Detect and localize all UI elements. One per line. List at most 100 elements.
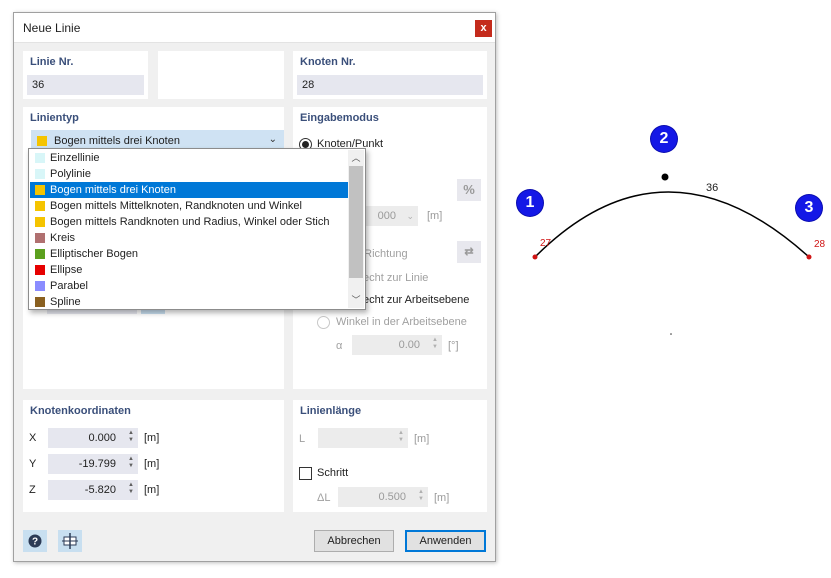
step-label: Schritt [317,467,349,479]
delta-l-spinner-icon[interactable]: ▲ ▼ [418,489,424,503]
arc-line-36[interactable] [534,191,810,258]
line-type-option[interactable]: Bogen mittels Mittelknoten, Randknoten u… [30,198,348,214]
alpha-label: α [336,340,343,352]
node-coordinates-label: Knotenkoordinaten [30,405,131,417]
coord-spinner-icon[interactable]: ▲ ▼ [128,430,134,444]
close-button[interactable]: x [475,20,492,37]
node-number-field[interactable]: 28 [297,75,483,95]
swap-direction-icon[interactable]: ⇄ [457,241,481,263]
line-type-option[interactable]: Ellipse [30,262,348,278]
line-type-option-label: Elliptischer Bogen [50,248,139,260]
node-number-label: Knoten Nr. [300,56,356,68]
line-type-option[interactable]: Parabel [30,278,348,294]
value-unit: [m] [427,210,443,222]
line-type-option[interactable]: Kreis [30,230,348,246]
node-coordinates-panel: Knotenkoordinaten X 0.000 ▲ ▼ [m] Y -19.799 ▲ ▼ [… [23,400,284,512]
node-number-panel: Knoten Nr. 28 [293,51,487,99]
line-type-option[interactable]: Einzellinie [30,150,348,166]
help-icon: ? [28,534,42,548]
line-number-field[interactable]: 36 [27,75,144,95]
angle-plane-label: Winkel in der Arbeitsebene [336,316,467,328]
line-type-option[interactable]: Bogen mittels Randknoten und Radius, Win… [30,214,348,230]
node-27[interactable] [532,254,538,260]
alpha-field[interactable]: 0.00 ▲ ▼ [352,335,442,355]
title-bar[interactable]: Neue Linie x [14,13,495,43]
coord-field[interactable]: 0.000 ▲ ▼ [48,428,138,448]
delta-l-unit: [m] [434,492,450,504]
line-type-option-swatch [35,153,45,163]
coord-unit: [m] [144,484,160,496]
coord-spinner-icon[interactable]: ▲ ▼ [128,482,134,496]
line-type-option-swatch [35,233,45,243]
length-unit: [m] [414,433,430,445]
angle-plane-radio[interactable] [317,316,330,329]
line-type-option-swatch [35,281,45,291]
perp-line-label: echt zur Linie [363,272,429,284]
node-label-27: 27 [540,238,552,249]
length-l-label: L [299,433,306,445]
chevron-down-icon[interactable]: ⌄ [269,134,277,145]
delta-l-field[interactable]: 0.500 ▲ ▼ [338,487,428,507]
cancel-button[interactable]: Abbrechen [314,530,394,552]
line-type-dropdown[interactable]: Einzellinie Polylinie Bogen mittels drei K… [28,148,366,310]
node-28[interactable] [806,254,812,260]
coord-axis-label: X [29,432,37,444]
line-type-option-label: Bogen mittels Mittelknoten, Randknoten u… [50,200,302,212]
line-type-option-swatch [35,249,45,259]
length-spinner-icon[interactable]: ▲ ▼ [398,430,404,444]
line-type-option-label: Kreis [50,232,76,244]
coord-axis-label: Y [29,458,37,470]
coord-spinner-icon[interactable]: ▲ ▼ [128,456,134,470]
pick-node-button[interactable] [58,530,82,552]
node-label-28: 28 [814,239,826,250]
line-type-option[interactable]: Polylinie [30,166,348,182]
line-type-option-label: Bogen mittels drei Knoten [50,184,176,196]
coord-field[interactable]: -5.820 ▲ ▼ [48,480,138,500]
alpha-spinner-icon[interactable]: ▲ ▼ [432,337,438,351]
length-field[interactable]: ▲ ▼ [318,428,408,448]
perp-plane-label: echt zur Arbeitsebene [363,294,470,306]
line-type-option-swatch [35,297,45,307]
apply-button[interactable]: Anwenden [405,530,486,552]
line-type-option-swatch [35,169,45,179]
coord-value: -5.820 [84,484,116,496]
line-type-option-label: Ellipse [50,264,83,276]
value-text: 000 [377,210,396,222]
line-length-panel: Linienlänge L ▲ ▼ [m] Schritt ΔL 0.500 ▲ ▼… [293,400,487,512]
coord-value: 0.000 [88,432,116,444]
line-type-option-swatch [35,217,45,227]
svg-text:?: ? [32,537,38,548]
origin-dot [670,333,672,335]
value-dropdown-icon[interactable]: ⌄ [406,206,414,226]
alpha-value: 0.00 [398,339,420,351]
line-type-label: Linientyp [30,112,79,124]
line-type-option[interactable]: Bogen mittels drei Knoten [30,182,348,198]
coord-value: -19.799 [78,458,116,470]
line-type-option-swatch [35,185,45,195]
coord-unit: [m] [144,432,160,444]
line-label-36: 36 [706,182,719,194]
badge-1: 1 [517,190,543,216]
line-type-option-label: Bogen mittels Randknoten und Radius, Win… [50,216,330,228]
line-type-option-label: Parabel [50,280,88,292]
badge-2: 2 [651,126,677,152]
scroll-thumb[interactable] [349,166,363,278]
coord-field[interactable]: -19.799 ▲ ▼ [48,454,138,474]
percent-icon[interactable]: % [457,179,481,201]
dialog-title: Neue Linie [23,21,81,35]
alpha-unit: [°] [448,340,459,352]
line-type-option-swatch [35,201,45,211]
help-button[interactable]: ? [23,530,47,552]
coord-unit: [m] [144,458,160,470]
scroll-down-icon[interactable]: ﹀ [348,293,364,307]
scroll-up-icon[interactable]: ︿ [348,151,364,165]
dropdown-scrollbar[interactable]: ︿ ﹀ [348,150,364,308]
empty-panel [158,51,284,99]
node-middle[interactable] [661,173,669,181]
step-checkbox[interactable] [299,467,312,480]
line-type-option[interactable]: Elliptischer Bogen [30,246,348,262]
line-type-option-label: Spline [50,296,81,308]
input-mode-label: Eingabemodus [300,112,379,124]
pick-node-icon [62,533,78,549]
line-type-option[interactable]: Spline [30,294,348,310]
